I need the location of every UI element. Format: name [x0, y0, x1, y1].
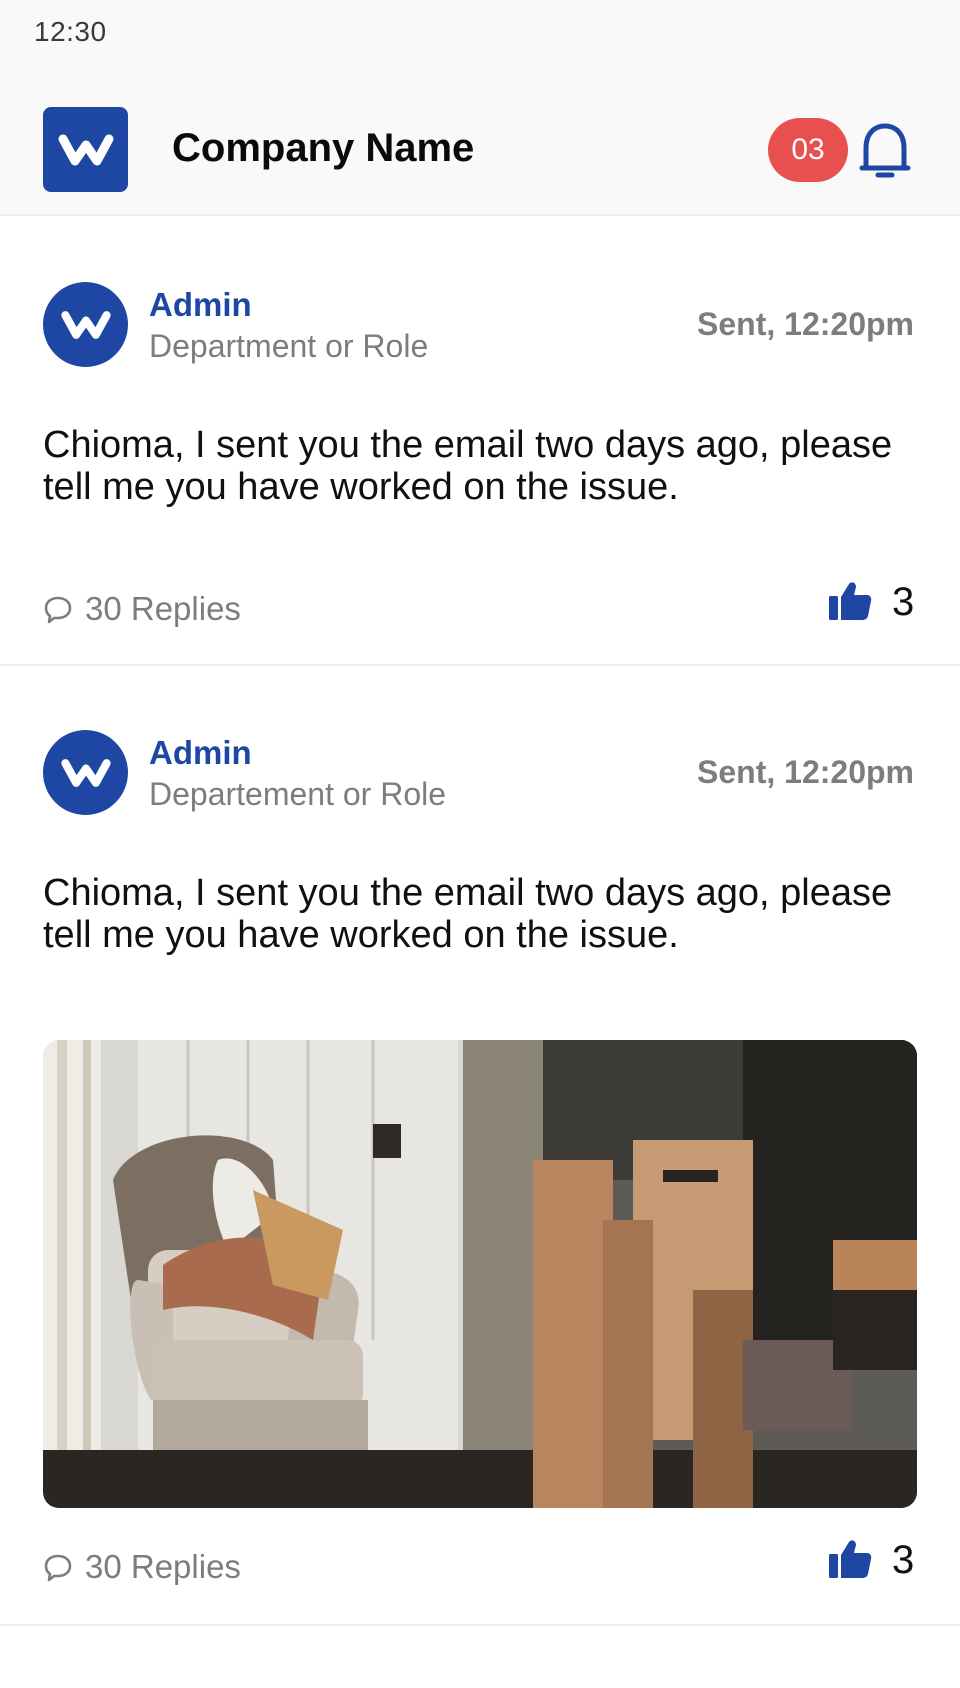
app-header: Company Name 03	[0, 70, 960, 216]
post-author[interactable]: Admin	[149, 734, 252, 772]
post-card[interactable]: Admin Departement or Role Sent, 12:20pm …	[0, 666, 960, 1626]
post-card[interactable]: Admin Department or Role Sent, 12:20pm C…	[0, 218, 960, 666]
comment-icon	[43, 594, 73, 624]
post-sent-time: Sent, 12:20pm	[697, 754, 914, 790]
replies-button[interactable]: 30 Replies	[43, 590, 241, 628]
like-count: 3	[892, 580, 915, 624]
post-message: Chioma, I sent you the email two days ag…	[43, 872, 893, 956]
status-time: 12:30	[34, 16, 107, 47]
post-author-role: Department or Role	[149, 328, 429, 364]
comment-icon	[43, 1552, 73, 1582]
status-bar: 12:30	[0, 0, 960, 70]
bell-icon[interactable]	[856, 118, 914, 182]
post-image[interactable]	[43, 1040, 917, 1508]
avatar[interactable]	[43, 282, 128, 367]
replies-count: 30 Replies	[85, 590, 241, 627]
post-message: Chioma, I sent you the email two days ag…	[43, 424, 893, 508]
post-author-role: Departement or Role	[149, 776, 447, 812]
like-count: 3	[892, 1538, 915, 1582]
replies-button[interactable]: 30 Replies	[43, 1548, 241, 1586]
company-name: Company Name	[172, 126, 475, 170]
thumbs-up-icon[interactable]	[828, 1538, 872, 1580]
post-sent-time: Sent, 12:20pm	[697, 306, 914, 342]
notification-count-badge[interactable]: 03	[768, 118, 848, 182]
w-logo-icon[interactable]	[43, 107, 128, 192]
avatar[interactable]	[43, 730, 128, 815]
thumbs-up-icon[interactable]	[828, 580, 872, 622]
replies-count: 30 Replies	[85, 1548, 241, 1585]
post-author[interactable]: Admin	[149, 286, 252, 324]
